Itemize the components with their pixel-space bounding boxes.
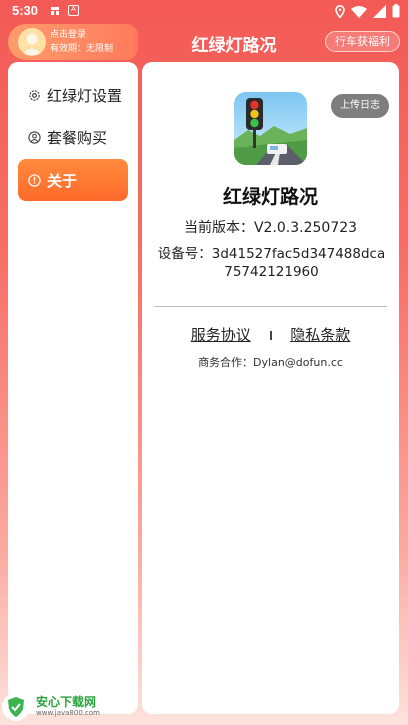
welfare-button[interactable]: 行车获福利 bbox=[325, 31, 400, 52]
sidebar-item-about[interactable]: 关于 bbox=[18, 159, 128, 201]
policy-links: 服务协议 隐私条款 bbox=[142, 324, 399, 345]
watermark-logo bbox=[2, 693, 30, 721]
sidebar-item-package-purchase[interactable]: 套餐购买 bbox=[18, 116, 128, 158]
sidebar: 红绿灯设置 套餐购买 关于 bbox=[8, 62, 138, 714]
wifi-icon bbox=[351, 5, 367, 18]
app-logo bbox=[234, 92, 307, 165]
battery-icon bbox=[392, 4, 400, 18]
user-circle-icon bbox=[28, 130, 41, 144]
watermark-url: www.java800.com bbox=[36, 709, 100, 717]
privacy-policy-link[interactable]: 隐私条款 bbox=[290, 326, 350, 344]
business-contact: 商务合作：Dylan@dofun.cc bbox=[198, 356, 343, 369]
status-bar: 5:30 A bbox=[0, 0, 408, 22]
sidebar-item-label: 关于 bbox=[47, 171, 78, 190]
device-id-text: 设备号：3d41527fac5d347488dca75742121960 bbox=[157, 246, 386, 280]
upload-log-button[interactable]: 上传日志 bbox=[331, 94, 389, 118]
sidebar-item-label: 套餐购买 bbox=[47, 128, 108, 147]
link-separator bbox=[269, 331, 272, 340]
status-time: 5:30 bbox=[12, 3, 39, 18]
service-agreement-link[interactable]: 服务协议 bbox=[191, 326, 251, 344]
version-text: 当前版本：V2.0.3.250723 bbox=[183, 220, 358, 236]
app-notification-icon: A bbox=[68, 5, 79, 16]
divider bbox=[154, 306, 387, 307]
location-icon bbox=[335, 4, 345, 18]
sidebar-item-label: 红绿灯设置 bbox=[47, 86, 123, 105]
app-name: 红绿灯路况 bbox=[222, 186, 318, 208]
about-panel: 上传日志 红绿灯路况 当前版本：V2.0.3.250723 设备号：3d4152… bbox=[142, 62, 399, 714]
watermark: 安心下载网 www.java800.com bbox=[2, 692, 100, 722]
notification-icon bbox=[51, 7, 59, 15]
signal-icon bbox=[373, 4, 386, 18]
sidebar-item-traffic-light-settings[interactable]: 红绿灯设置 bbox=[18, 74, 128, 116]
info-icon bbox=[28, 173, 41, 187]
traffic-light-icon bbox=[234, 92, 307, 165]
shield-icon bbox=[8, 697, 24, 717]
gear-icon bbox=[29, 89, 40, 101]
watermark-name: 安心下载网 bbox=[36, 695, 97, 709]
